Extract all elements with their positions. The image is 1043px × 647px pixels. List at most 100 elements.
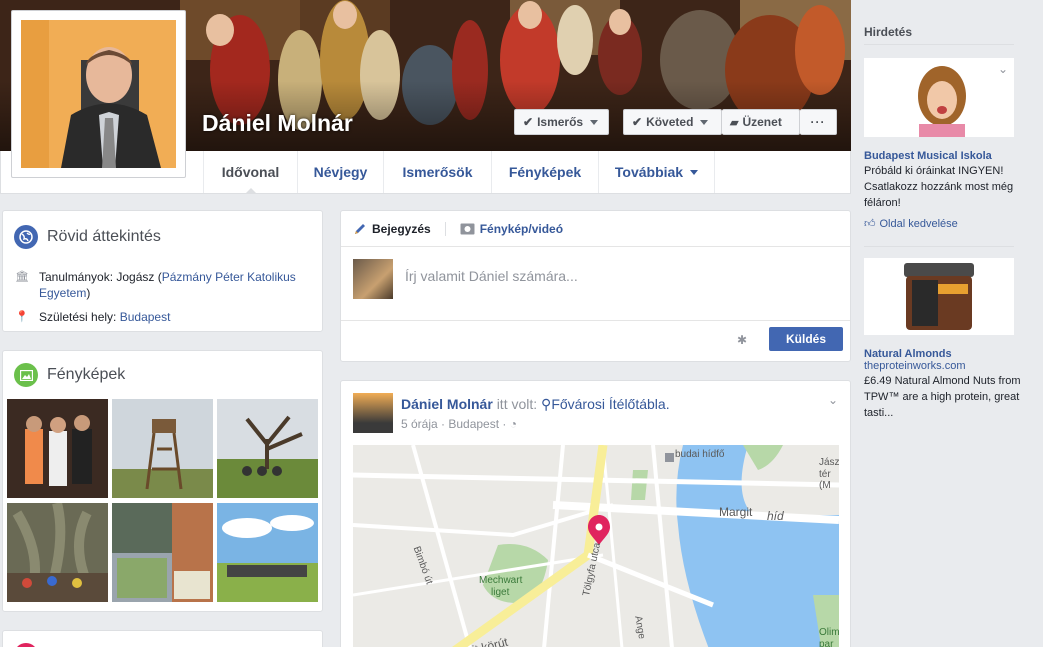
location-pin-icon: 📍 <box>15 311 29 323</box>
map-label-margit: Margit <box>719 505 753 519</box>
photos-header[interactable]: Fényképek <box>14 363 125 387</box>
study-suffix: ) <box>86 286 91 300</box>
profile-picture[interactable] <box>11 10 186 178</box>
globe-icon <box>14 225 38 249</box>
tab-post[interactable]: Bejegyzés <box>353 222 431 236</box>
photo-thumbnail[interactable] <box>112 503 213 602</box>
ad-title[interactable]: Natural Almonds <box>864 348 1024 360</box>
message-icon: ▰ <box>730 116 739 129</box>
chevron-down-icon <box>690 169 699 175</box>
composer: Bejegyzés Fénykép/videó Írj valamit Dáni… <box>340 210 851 362</box>
photo-thumbnail[interactable] <box>112 399 213 498</box>
ads-divider <box>864 246 1014 247</box>
photo-thumbnail[interactable] <box>7 503 108 602</box>
left-card-partial <box>2 630 323 647</box>
ad-like-label: Oldal kedvelése <box>879 217 958 230</box>
ad-image[interactable]: ⌄ <box>864 58 1014 137</box>
more-options-button[interactable]: ··· <box>800 109 837 135</box>
more-icon: ··· <box>810 115 826 129</box>
send-button[interactable]: Küldés <box>769 327 843 351</box>
map-label-mechwart: Mechwart <box>479 575 523 586</box>
ad-text: Próbáld ki óráinkat INGYEN! Csatlakozz h… <box>864 165 1014 209</box>
chevron-down-icon[interactable]: ⌄ <box>828 393 838 407</box>
map[interactable]: Margit híd Bimbó út Tölgyfa utca Mechwar… <box>353 445 839 647</box>
study-prefix: Tanulmányok: Jogász ( <box>39 270 162 284</box>
post-card: Dániel Molnár itt volt: ⚲Fővárosi Ítélőt… <box>340 380 851 647</box>
photos-card: Fényképek <box>2 350 323 612</box>
photo-icon <box>14 363 38 387</box>
photo-thumbnail[interactable] <box>7 399 108 498</box>
photo-thumbnail[interactable] <box>217 503 318 602</box>
composer-avatar <box>353 259 393 299</box>
tab-photo-video[interactable]: Fénykép/videó <box>460 222 563 236</box>
composer-footer-divider <box>341 320 850 321</box>
education-icon: 🏛 <box>15 271 29 283</box>
post-meta-text[interactable]: 5 órája · Budapest · <box>401 417 506 431</box>
post-header: Dániel Molnár itt volt: ⚲Fővárosi Ítélőt… <box>401 396 670 413</box>
intro-header: Rövid áttekintés <box>14 225 161 249</box>
birthplace-text: Születési hely: Budapest <box>39 309 170 325</box>
tab-more[interactable]: Továbbiak <box>598 151 715 193</box>
intro-title: Rövid áttekintés <box>47 228 161 245</box>
ad-text: £6.49 Natural Almond Nuts from TPW™ are … <box>864 375 1021 419</box>
tab-timeline[interactable]: Idővonal <box>203 151 297 194</box>
section-icon <box>14 643 38 647</box>
post-place-link[interactable]: Fővárosi Ítélőtábla. <box>551 396 669 412</box>
photo-thumbnail[interactable] <box>217 399 318 498</box>
thumbs-up-icon: 👍︎ <box>864 218 876 230</box>
message-button[interactable]: ▰ Üzenet <box>722 109 800 135</box>
map-label-par: par <box>819 639 834 647</box>
chevron-down-icon <box>700 119 709 125</box>
map-label-hid: híd <box>767 509 784 523</box>
ads-divider <box>864 44 1014 45</box>
avatar <box>21 20 176 168</box>
check-icon: ✔ <box>632 115 643 129</box>
camera-icon <box>460 223 475 235</box>
transit-icon <box>665 453 674 462</box>
tab-more-label: Továbbiak <box>614 164 684 180</box>
post-meta: 5 órája · Budapest · ◔ <box>401 417 517 431</box>
ad-url[interactable]: theproteinworks.com <box>864 360 1024 372</box>
map-label-liget: liget <box>491 587 510 598</box>
tab-photo-label: Fénykép/videó <box>479 221 564 236</box>
ad-image[interactable] <box>864 258 1014 335</box>
following-button[interactable]: ✔ Követed <box>623 109 722 135</box>
birthplace-link[interactable]: Budapest <box>120 310 171 324</box>
map-label-jasz-ter: tér (M <box>819 469 831 491</box>
ad-like-button[interactable]: 👍︎ Oldal kedvelése <box>864 217 1029 231</box>
ads-column: Hirdetés ⌄ Budapest Musical Iskola Próbá… <box>851 0 1043 647</box>
study-text: Tanulmányok: Jogász (Pázmány Péter Katol… <box>39 269 312 301</box>
tab-photos[interactable]: Fényképek <box>491 151 598 193</box>
chevron-down-icon[interactable]: ⌄ <box>998 62 1008 76</box>
ad-title[interactable]: Budapest Musical Iskola <box>864 150 1029 162</box>
intro-card: Rövid áttekintés 🏛 Tanulmányok: Jogász (… <box>2 210 323 332</box>
birthplace-row: 📍 Születési hely: Budapest <box>15 309 312 325</box>
tab-friends[interactable]: Ismerősök <box>383 151 491 193</box>
map-pin-icon: ⚲ <box>541 396 552 412</box>
gear-icon[interactable]: ✱ <box>737 333 747 347</box>
tab-post-label: Bejegyzés <box>372 221 431 236</box>
composer-input[interactable]: Írj valamit Dániel számára... <box>405 268 578 284</box>
message-button-label: Üzenet <box>742 115 782 129</box>
study-row: 🏛 Tanulmányok: Jogász (Pázmány Péter Kat… <box>15 269 312 301</box>
map-label-budai-hidfo: budai hídfő <box>675 449 725 460</box>
ad-item: Natural Almonds theproteinworks.com £6.4… <box>864 348 1024 421</box>
chevron-down-icon <box>590 119 599 125</box>
tab-about[interactable]: Névjegy <box>297 151 383 193</box>
post-was-at: itt volt: <box>496 396 538 412</box>
friends-button[interactable]: ✔ Ismerős <box>514 109 609 135</box>
map-label-olim: Olim <box>819 627 839 638</box>
tab-divider <box>444 221 446 236</box>
pencil-icon <box>355 223 365 234</box>
post-avatar[interactable] <box>353 393 393 433</box>
globe-icon: ◔ <box>509 417 517 431</box>
birth-prefix: Születési hely: <box>39 310 120 324</box>
profile-name[interactable]: Dániel Molnár <box>202 110 353 137</box>
ad-image-girl <box>864 58 1014 137</box>
ad-image-jar <box>864 258 1014 335</box>
post-author-link[interactable]: Dániel Molnár <box>401 396 493 412</box>
avatar-illustration <box>21 20 176 168</box>
map-label-jasz: Jász <box>819 457 839 468</box>
ads-header: Hirdetés <box>864 25 913 39</box>
photos-title: Fényképek <box>47 366 126 383</box>
